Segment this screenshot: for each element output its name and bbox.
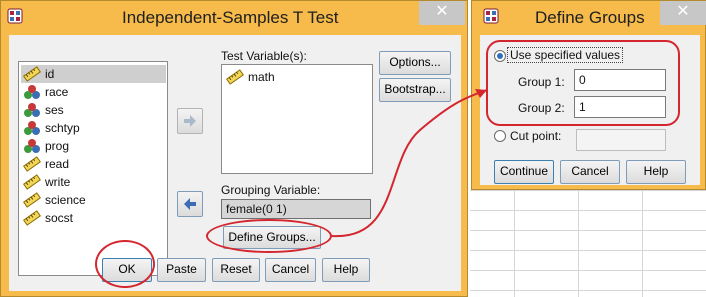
spss-app-icon: [483, 8, 499, 24]
variable-name: race: [45, 85, 69, 99]
cut-point-radio[interactable]: [494, 130, 506, 142]
nominal-icon: [24, 121, 40, 135]
move-grouping-variable-button[interactable]: [177, 191, 203, 217]
define-groups-cancel-button[interactable]: Cancel: [560, 160, 620, 184]
variable-name: read: [45, 157, 70, 171]
variable-name: prog: [45, 139, 70, 153]
right-arrow-icon: [184, 115, 196, 127]
cancel-button[interactable]: Cancel: [265, 258, 316, 282]
define-groups-close-button[interactable]: ✕: [660, 1, 706, 25]
variable-name: science: [45, 193, 86, 207]
ruler-icon: [23, 174, 41, 190]
move-to-test-variables-button[interactable]: [177, 108, 203, 134]
continue-button[interactable]: Continue: [494, 160, 554, 184]
variable-name: ses: [45, 103, 64, 117]
test-variables-label: Test Variable(s):: [221, 49, 307, 63]
ruler-icon: [23, 192, 41, 208]
variable-name: write: [45, 175, 71, 189]
variable-name: math: [248, 70, 275, 84]
specified-values-highlight-annotation: [486, 40, 680, 126]
options-button[interactable]: Options...: [379, 51, 451, 75]
nominal-icon: [24, 103, 40, 117]
spss-app-icon: [7, 8, 23, 24]
define-groups-highlight-annotation: [206, 219, 332, 253]
ruler-icon: [23, 66, 41, 82]
reset-button[interactable]: Reset: [212, 258, 260, 282]
main-client-area: id race ses schtyp prog read write science socst…: [9, 35, 461, 291]
variable-name: socst: [45, 211, 74, 225]
bootstrap-button[interactable]: Bootstrap...: [379, 78, 451, 102]
close-icon: ✕: [435, 3, 449, 20]
ruler-icon: [23, 210, 41, 226]
define-groups-title-bar: Define Groups ✕: [472, 1, 706, 35]
grouping-variable-label: Grouping Variable:: [221, 183, 321, 197]
main-title-bar: Independent-Samples T Test ✕: [1, 1, 467, 35]
nominal-icon: [24, 139, 40, 153]
help-button[interactable]: Help: [322, 258, 370, 282]
nominal-icon: [24, 85, 40, 99]
grouping-variable-field[interactable]: female(0 1): [221, 199, 371, 219]
define-groups-title: Define Groups: [535, 8, 645, 27]
ruler-icon: [23, 156, 41, 172]
cut-point-input[interactable]: [576, 129, 666, 151]
main-dialog-title: Independent-Samples T Test: [122, 8, 339, 27]
test-variables-list[interactable]: math: [221, 64, 373, 174]
variable-name: schtyp: [45, 121, 80, 135]
close-icon: ✕: [676, 3, 690, 20]
main-close-button[interactable]: ✕: [419, 1, 465, 25]
left-arrow-icon: [184, 198, 196, 210]
source-variable-list[interactable]: id race ses schtyp prog read write science socst: [18, 61, 168, 276]
define-groups-help-button[interactable]: Help: [626, 160, 686, 184]
spreadsheet-grid-background: [470, 190, 706, 297]
list-item-selected-highlight: [21, 65, 166, 83]
paste-button[interactable]: Paste: [157, 258, 206, 282]
ok-highlight-annotation: [95, 240, 155, 288]
variable-name: id: [45, 67, 55, 81]
independent-samples-t-test-dialog: Independent-Samples T Test ✕ id race ses sc…: [0, 0, 468, 297]
cut-point-label: Cut point:: [510, 129, 562, 143]
ruler-icon: [226, 69, 244, 85]
